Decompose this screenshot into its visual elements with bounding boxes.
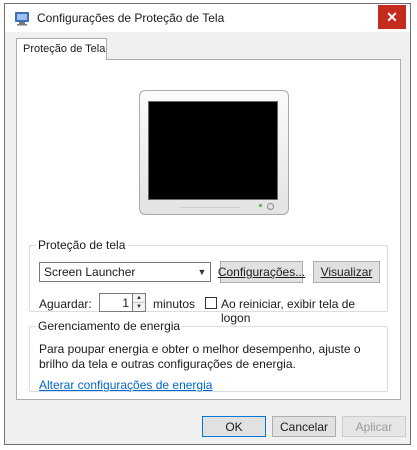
settings-button[interactable]: Configurações... (218, 261, 305, 283)
monitor-preview (139, 90, 289, 215)
wait-label: Aguardar: (39, 297, 92, 311)
close-button[interactable]: ✕ (378, 5, 406, 29)
title-bar: Configurações de Proteção de Tela ✕ (5, 4, 410, 32)
power-management-label: Gerenciamento de energia (38, 319, 181, 333)
monitor-screen (148, 101, 278, 200)
chevron-down-icon[interactable]: ▼ (194, 263, 210, 281)
monitor-power-icon (267, 203, 274, 210)
dialog-window: Configurações de Proteção de Tela ✕ Prot… (4, 3, 411, 445)
tab-screensaver[interactable]: Proteção de Tela (16, 38, 107, 60)
screensaver-dropdown[interactable]: Screen Launcher ▼ (39, 262, 211, 282)
preview-button[interactable]: Visualizar (313, 261, 380, 283)
window-title: Configurações de Proteção de Tela (37, 11, 225, 25)
minutes-label: minutos (153, 297, 196, 311)
screensaver-group-label: Proteção de tela (38, 238, 126, 252)
power-management-group: Gerenciamento de energia Para poupar ene… (29, 319, 388, 392)
monitor-bezel-line (180, 207, 240, 208)
screensaver-group: Proteção de tela Screen Launcher ▼ Confi… (29, 238, 388, 325)
apply-button: Aplicar (342, 416, 406, 437)
screensaver-dropdown-value: Screen Launcher (44, 265, 136, 279)
cancel-button[interactable]: Cancelar (272, 416, 336, 437)
close-icon: ✕ (386, 8, 398, 25)
stepper-down-icon[interactable]: ▼ (133, 303, 145, 311)
power-description: Para poupar energia e obter o melhor des… (39, 342, 361, 371)
wait-minutes-input[interactable]: 1 (99, 293, 133, 312)
display-settings-icon (14, 11, 30, 26)
power-settings-link[interactable]: Alterar configurações de energia (39, 378, 212, 392)
monitor-led-icon (259, 204, 262, 207)
wait-minutes-stepper[interactable]: ▲ ▼ (133, 293, 146, 312)
tab-panel: Proteção de tela Screen Launcher ▼ Confi… (16, 59, 401, 400)
logon-checkbox[interactable] (205, 297, 217, 309)
stepper-up-icon[interactable]: ▲ (133, 294, 145, 303)
ok-button[interactable]: OK (202, 416, 266, 437)
